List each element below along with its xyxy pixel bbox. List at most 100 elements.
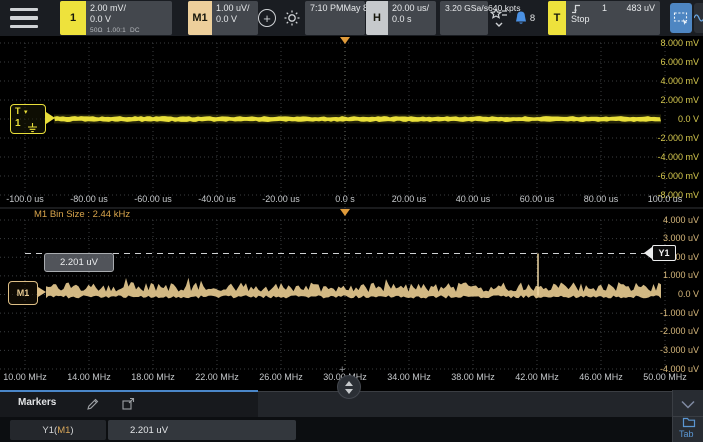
clock-display: 7:10 PM May 8, 2024 <box>305 1 365 35</box>
tab-button-label[interactable]: Tab <box>679 429 694 439</box>
channel1-volt-tick: 0.0 V <box>629 114 699 124</box>
horizontal-info[interactable]: 20.00 us/ 0.0 s <box>388 1 436 35</box>
marker-name-source: M1 <box>57 425 70 436</box>
horizontal-delay: 0.0 s <box>392 14 432 25</box>
math1-volt-tick: -3.000 uV <box>629 345 699 355</box>
add-channel-icon[interactable]: + <box>258 9 276 27</box>
waveform-zoom-tool-button[interactable] <box>694 3 703 33</box>
time-axis-tick: 60.00 us <box>507 194 567 204</box>
channel1-number: 1 <box>15 118 21 129</box>
tab-folder-icon[interactable] <box>681 415 697 429</box>
time-axis-tick: -60.00 us <box>123 194 183 204</box>
math1-info[interactable]: 1.00 uV/ 0.0 V <box>212 1 258 35</box>
frequency-axis-tick: 22.00 MHz <box>187 372 247 382</box>
math1-scale: 1.00 uV/ <box>216 3 254 14</box>
quick-actions-star-icon[interactable] <box>489 6 509 30</box>
box-select-icon <box>673 11 689 25</box>
channel1-offset: 0.0 V <box>90 14 168 25</box>
horizontal-control[interactable]: H 20.00 us/ 0.0 s <box>366 1 436 35</box>
math1-volt-tick: 0.0 V <box>629 289 699 299</box>
center-crosshair-icon: + <box>339 364 345 376</box>
time-axis-tick: 0.0 s <box>315 194 375 204</box>
panel-expand-collapse-button[interactable] <box>337 375 361 399</box>
marker-name-chip[interactable]: Y1(M1) <box>10 420 106 440</box>
frequency-axis-tick: 38.00 MHz <box>443 372 503 382</box>
m1-bin-size-label: M1 Bin Size : 2.44 kHz <box>34 209 130 220</box>
frequency-axis-tick: 50.00 MHz <box>635 372 695 382</box>
collapse-chevron-icon[interactable] <box>678 397 698 411</box>
trigger-info[interactable]: 1 483 uV Stop <box>566 1 660 35</box>
math1-volt-tick: -2.000 uV <box>629 326 699 336</box>
trigger-level: 483 uV <box>626 3 655 14</box>
math1-offset: 0.0 V <box>216 14 254 25</box>
notifications-bell[interactable]: 8 <box>511 8 537 28</box>
marker-value-chip[interactable]: 2.201 uV <box>108 420 296 440</box>
math1-handle[interactable]: M1 <box>8 281 38 305</box>
y1-marker-flag[interactable]: Y1 <box>652 245 676 261</box>
acquisition-info[interactable]: 3.20 GSa/s 640 kpts <box>440 1 488 35</box>
math1-control[interactable]: M1 1.00 uV/ 0.0 V <box>188 1 258 35</box>
notifications-count: 8 <box>530 13 535 24</box>
marker-name-pre: Y1( <box>42 425 57 436</box>
channel1-badge[interactable]: 1 <box>60 1 86 35</box>
channel1-trigger-letter: T <box>15 106 21 116</box>
channel1-coupling: 50Ω 1.00:1 DC <box>90 25 168 36</box>
channel1-volt-tick: 6.000 mV <box>629 57 699 67</box>
time-axis-tick: -100.0 us <box>0 194 55 204</box>
tab-strip <box>258 392 672 417</box>
math1-volt-tick: 1.000 uV <box>629 270 699 280</box>
marker-value-readout: 2.201 uV <box>44 253 114 272</box>
channel1-info[interactable]: 2.00 mV/ 0.0 V 50Ω 1.00:1 DC <box>86 1 172 35</box>
bell-icon <box>513 10 529 27</box>
marker-name-post: ) <box>70 425 73 436</box>
time-axis-tick: -40.00 us <box>187 194 247 204</box>
time-axis-tick: 40.00 us <box>443 194 503 204</box>
popout-window-icon[interactable] <box>120 396 136 412</box>
channel1-level-arrow-icon[interactable] <box>46 112 55 124</box>
trigger-time-marker-top-icon[interactable] <box>340 37 350 44</box>
trigger-control[interactable]: T 1 483 uV Stop <box>548 1 660 35</box>
up-arrow-icon <box>345 381 353 386</box>
time-axis-tick: -80.00 us <box>59 194 119 204</box>
toolbar: 1 2.00 mV/ 0.0 V 50Ω 1.00:1 DC M1 1.00 u… <box>0 0 703 36</box>
horizontal-scale: 20.00 us/ <box>392 3 432 14</box>
frequency-axis-tick: 46.00 MHz <box>571 372 631 382</box>
trigger-source: 1 <box>602 3 607 14</box>
sample-rate: 3.20 GSa/s <box>445 3 488 35</box>
math1-badge[interactable]: M1 <box>188 1 212 35</box>
trigger-level-down-arrow-icon: ▾ <box>24 108 28 116</box>
frequency-axis-tick: 26.00 MHz <box>251 372 311 382</box>
trigger-time-marker-mid-icon[interactable] <box>340 209 350 216</box>
frequency-axis-tick: 18.00 MHz <box>123 372 183 382</box>
channel1-ground-handle[interactable]: T ▾ 1 <box>10 104 46 134</box>
clock-time: 7:10 PM <box>310 3 344 35</box>
math1-volt-tick: 3.000 uV <box>629 233 699 243</box>
box-select-tool-button[interactable] <box>670 3 692 33</box>
frequency-axis-tick: 10.00 MHz <box>0 372 55 382</box>
math1-volt-tick: -1.000 uV <box>629 308 699 318</box>
channel1-volt-tick: -6.000 mV <box>629 171 699 181</box>
horizontal-badge[interactable]: H <box>366 1 388 35</box>
frequency-axis-tick: 34.00 MHz <box>379 372 439 382</box>
math1-volt-tick: 4.000 uV <box>629 215 699 225</box>
frequency-axis-tick: 14.00 MHz <box>59 372 119 382</box>
display-brightness-icon[interactable] <box>283 9 301 27</box>
menu-icon[interactable] <box>10 8 40 28</box>
trigger-mode: Stop <box>571 14 655 25</box>
time-axis-tick: -20.00 us <box>251 194 311 204</box>
waveform-icon <box>694 11 703 25</box>
markers-tab-label[interactable]: Markers <box>18 397 56 408</box>
edge-trigger-icon <box>571 3 582 14</box>
channel1-volt-tick: 2.000 mV <box>629 95 699 105</box>
trigger-badge[interactable]: T <box>548 1 566 35</box>
down-arrow-icon <box>345 389 353 394</box>
channel1-volt-tick: -2.000 mV <box>629 133 699 143</box>
edit-pencil-icon[interactable] <box>84 396 100 412</box>
channel1-control[interactable]: 1 2.00 mV/ 0.0 V 50Ω 1.00:1 DC <box>60 1 172 35</box>
time-axis-tick: 100.0 us <box>635 194 695 204</box>
channel1-scale: 2.00 mV/ <box>90 3 168 14</box>
time-axis-tick: 20.00 us <box>379 194 439 204</box>
math1-level-arrow-icon[interactable] <box>38 287 46 297</box>
time-axis-tick: 80.00 us <box>571 194 631 204</box>
channel1-volt-tick: 4.000 mV <box>629 76 699 86</box>
